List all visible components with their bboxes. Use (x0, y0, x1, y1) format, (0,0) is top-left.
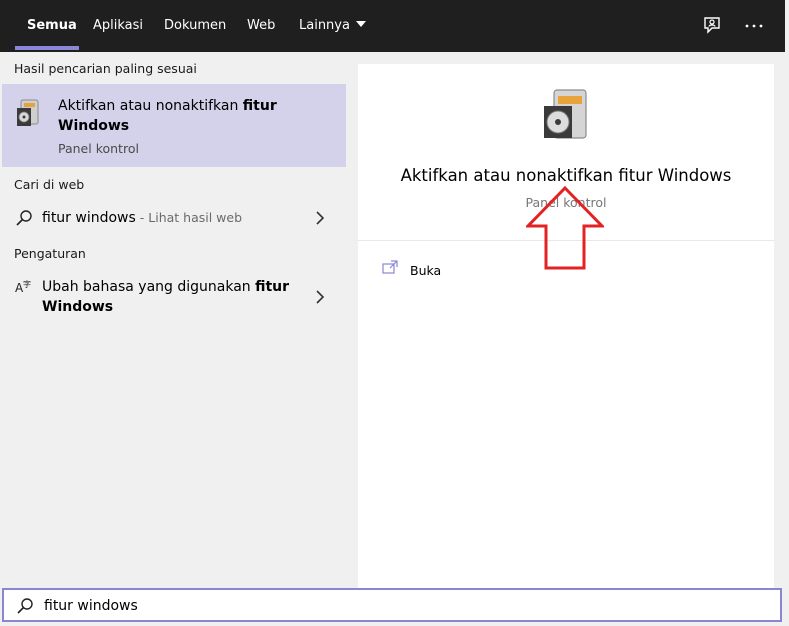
best-match-title: Aktifkan atau nonaktifkan fitur Windows (58, 96, 328, 136)
tab-dokumen[interactable]: Dokumen (164, 0, 226, 52)
best-match-title-bold: fitur (242, 98, 277, 114)
chevron-right-icon[interactable] (315, 211, 325, 225)
more-options-icon[interactable] (742, 14, 766, 38)
tab-lainnya-label: Lainnya (299, 18, 350, 33)
best-match-title-text: Aktifkan atau nonaktifkan (58, 98, 243, 114)
feedback-icon[interactable] (700, 14, 724, 38)
tab-semua[interactable]: Semua (27, 0, 77, 52)
search-icon (17, 598, 33, 614)
web-search-hint: - Lihat hasil web (135, 210, 243, 225)
caret-down-icon (355, 21, 366, 27)
tab-lainnya[interactable]: Lainnya (299, 0, 366, 52)
settings-header: Pengaturan (14, 246, 86, 261)
search-input[interactable]: fitur windows (44, 598, 138, 614)
settings-item-text: Ubah bahasa yang digunakan fitur Windows (42, 277, 302, 317)
best-match-subtitle: Panel kontrol (58, 141, 139, 156)
top-bar: Semua Aplikasi Dokumen Web Lainnya (0, 0, 785, 52)
settings-item-text-normal: Ubah bahasa yang digunakan (42, 279, 256, 295)
detail-title: Aktifkan atau nonaktifkan fitur Windows (400, 166, 732, 185)
control-panel-app-icon-large (544, 89, 587, 139)
web-search-header: Cari di web (14, 177, 85, 192)
detail-pane: Aktifkan atau nonaktifkan fitur Windows … (358, 64, 774, 588)
search-box[interactable]: fitur windows (2, 588, 782, 622)
search-icon (16, 210, 32, 226)
annotation-arrow-icon (526, 186, 604, 270)
svg-text:字: 字 (23, 279, 31, 289)
control-panel-app-icon (17, 99, 39, 126)
active-tab-indicator (15, 46, 79, 50)
web-search-text: fitur windows - Lihat hasil web (42, 208, 242, 228)
settings-item-text-bold: fitur (255, 279, 290, 295)
web-search-query: fitur windows (42, 210, 136, 226)
best-match-header: Hasil pencarian paling sesuai (14, 61, 197, 76)
open-action-label: Buka (410, 263, 442, 278)
best-match-title-bold-2: Windows (58, 118, 130, 134)
language-settings-icon: A 字 (15, 279, 31, 295)
tab-aplikasi[interactable]: Aplikasi (93, 0, 143, 52)
settings-item-text-bold-2: Windows (42, 299, 114, 315)
open-icon (382, 260, 398, 274)
tab-web[interactable]: Web (247, 0, 275, 52)
chevron-right-icon[interactable] (315, 290, 325, 304)
